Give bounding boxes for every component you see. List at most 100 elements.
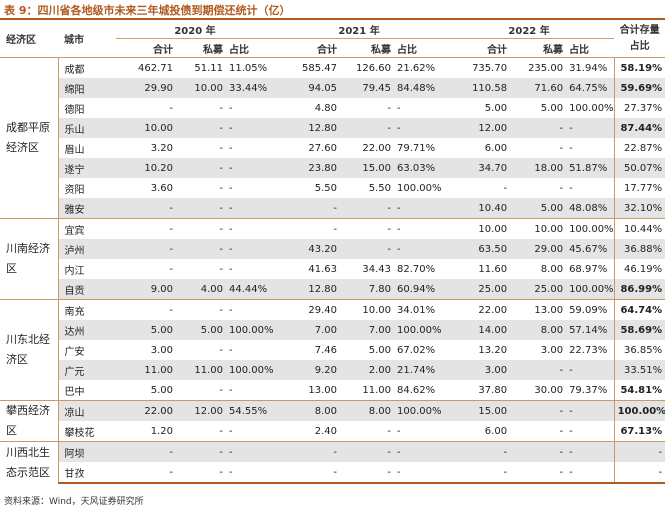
value-cell: 11.00 <box>176 360 226 380</box>
value-cell: - <box>226 158 275 178</box>
value-cell: - <box>169 102 173 114</box>
value-cell: 10.44% <box>614 218 665 239</box>
value-cell: 71.60 <box>510 78 567 98</box>
value-cell: 21.74% <box>394 360 445 380</box>
value-cell: 100.00% <box>566 218 615 239</box>
value-cell: - <box>116 218 176 239</box>
value-cell: 4.80 <box>314 102 338 114</box>
table-row: 攀西经济区 凉山 22.00 12.00 54.55% 8.00 8.00 100.00% 15… <box>0 400 665 442</box>
value-cell: 12.80 <box>274 279 341 300</box>
table-row: 雅安 - - - - - -10.40 5.00 48.08% 32.10% <box>0 198 665 219</box>
value-cell: - <box>394 239 445 259</box>
value-cell: - <box>510 441 567 462</box>
value-cell: - <box>176 299 226 320</box>
header-year-2020: 2020 年 <box>116 18 275 39</box>
value-cell: - <box>559 425 564 437</box>
header-private: 私募 <box>176 38 226 58</box>
value-cell: - <box>176 118 226 138</box>
value-cell: - <box>219 182 223 194</box>
value-cell: - <box>274 218 341 239</box>
value-cell: 126.60 <box>340 57 395 78</box>
value-cell: - <box>116 299 176 320</box>
value-cell: - <box>566 118 615 138</box>
value-cell: - <box>614 462 665 484</box>
value-cell: 45.67% <box>566 239 615 259</box>
value-cell: - <box>394 118 445 138</box>
value-cell: 8.00 <box>540 263 564 275</box>
value-cell: 34.01% <box>394 299 445 320</box>
value-cell: 7.46 <box>314 344 338 356</box>
value-cell: 18.00 <box>510 158 567 178</box>
value-cell: 34.43 <box>362 263 392 275</box>
value-cell: 50.07% <box>614 158 665 178</box>
header-total-share: 合计存量占比 <box>614 18 665 58</box>
value-cell: - <box>176 218 226 239</box>
value-cell: - <box>340 239 395 259</box>
value-cell: 29.00 <box>510 239 567 259</box>
value-cell: 12.00 <box>444 118 511 138</box>
region-cell: 川东北经济区 <box>0 299 59 401</box>
header-sum: 合计 <box>274 38 341 58</box>
value-cell: 33.44% <box>226 78 275 98</box>
city-cell: 南充 <box>58 299 116 320</box>
value-cell: 6.00 <box>484 425 508 437</box>
value-cell: - <box>229 263 233 275</box>
value-cell: 57.14% <box>566 320 615 340</box>
value-cell: - <box>229 182 233 194</box>
value-cell: - <box>510 400 567 421</box>
value-cell: 94.05 <box>274 78 341 98</box>
header-year-2022: 2022 年 <box>444 18 615 39</box>
value-cell: - <box>566 138 615 158</box>
city-cell: 德阳 <box>64 104 85 116</box>
value-cell: - <box>116 239 176 259</box>
value-cell: - <box>229 384 233 396</box>
value-cell: 110.58 <box>444 78 511 98</box>
value-cell: 59.09% <box>566 299 615 320</box>
header-sum: 合计 <box>444 38 511 58</box>
value-cell: 87.44% <box>614 118 665 138</box>
value-cell: 100.00% <box>394 400 445 421</box>
value-cell: 735.70 <box>444 57 511 78</box>
value-cell: 9.20 <box>274 360 341 380</box>
value-cell: 10.00 <box>116 118 176 138</box>
city-cell: 绵阳 <box>58 78 116 98</box>
value-cell: 31.94% <box>566 57 615 78</box>
value-cell: 5.00 <box>484 102 508 114</box>
value-cell: 25.00 <box>510 279 567 300</box>
value-cell: 58.69% <box>614 320 665 340</box>
value-cell: 29.90 <box>116 78 176 98</box>
value-cell: 4.00 <box>176 279 226 300</box>
table-row: 内江 - - -41.63 34.43 82.70% 11.60 8.00 68.97% 46.1… <box>0 259 665 279</box>
value-cell: 5.00 <box>116 320 176 340</box>
value-cell: - <box>566 360 615 380</box>
value-cell: 68.97% <box>566 259 615 279</box>
value-cell: 5.00 <box>176 320 226 340</box>
region-cell: 川南经济区 <box>0 218 59 300</box>
region-cell: 成都平原经济区 <box>0 57 59 219</box>
value-cell: - <box>219 263 223 275</box>
header-year-2021: 2021 年 <box>274 18 445 39</box>
value-cell: - <box>397 425 401 437</box>
value-cell: 12.00 <box>176 400 226 421</box>
value-cell: 41.63 <box>308 263 338 275</box>
table-row: 攀枝花 1.20- -2.40- -6.00- -67.13% <box>0 421 665 442</box>
value-cell: - <box>566 421 615 442</box>
value-cell: 5.00 <box>368 344 392 356</box>
value-cell: - <box>274 441 341 462</box>
table-row: 乐山 10.00- -12.80- -12.00- -87.44% <box>0 118 665 138</box>
value-cell: 2.40 <box>314 425 338 437</box>
value-cell: 9.00 <box>116 279 176 300</box>
value-cell: 100.00% <box>394 320 445 340</box>
header-city: 城市 <box>58 18 116 58</box>
value-cell: 3.00 <box>540 344 564 356</box>
value-cell: 7.00 <box>340 320 395 340</box>
value-cell: - <box>566 441 615 462</box>
bond-maturity-table: 经济区 城市 2020 年 2021 年 2022 年 合计存量占比 合计 私募… <box>0 18 665 484</box>
value-cell: 64.75% <box>566 78 615 98</box>
table-body: 成都平原经济区 成都 462.71 51.11 11.05% 585.47 126.60 21… <box>0 57 665 484</box>
value-cell: 64.74% <box>614 299 665 320</box>
value-cell: 51.11 <box>176 57 226 78</box>
value-cell: 100.00% <box>566 98 615 118</box>
value-cell: 63.03% <box>394 158 445 178</box>
value-cell: - <box>229 142 233 154</box>
